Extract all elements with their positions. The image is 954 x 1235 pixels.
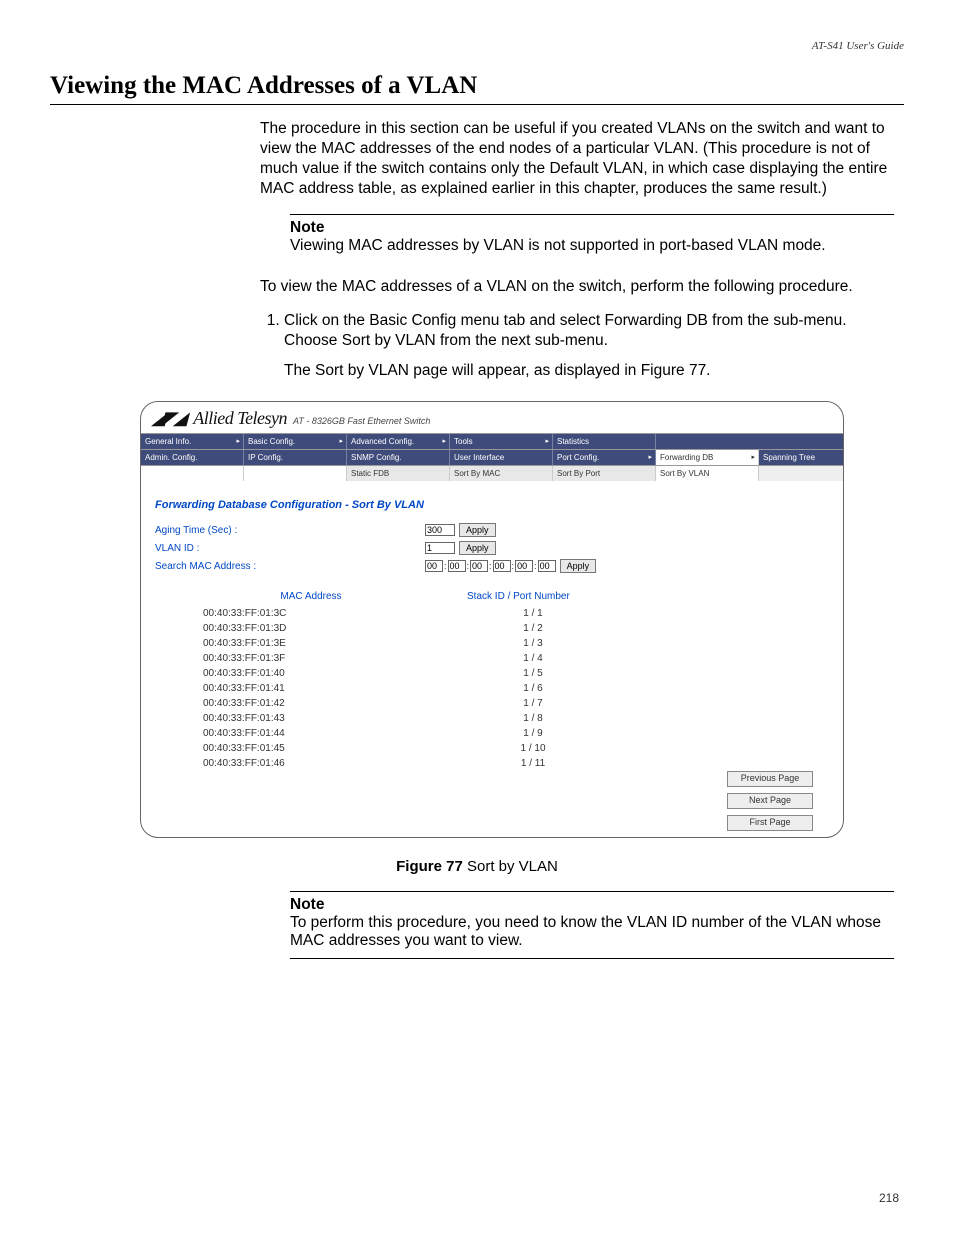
tab-sort-by-mac[interactable]: Sort By MAC (450, 466, 553, 481)
cell-mac: 00:40:33:FF:01:41 (155, 681, 443, 696)
step-1-result: The Sort by VLAN page will appear, as di… (284, 361, 894, 381)
step-1-text: Click on the Basic Config menu tab and s… (284, 312, 847, 349)
menu-row-2: Admin. Config. IP Config. SNMP Config. U… (141, 449, 843, 465)
cell-port: 1 / 1 (443, 606, 623, 621)
cell-port: 1 / 7 (443, 696, 623, 711)
cell-mac: 00:40:33:FF:01:46 (155, 756, 443, 771)
tab-basic-config[interactable]: Basic Config.▸ (244, 434, 347, 449)
panel-title: Forwarding Database Configuration - Sort… (155, 499, 829, 511)
table-row: 00:40:33:FF:01:401 / 5 (155, 666, 829, 681)
tab-tools[interactable]: Tools▸ (450, 434, 553, 449)
figure-title: Sort by VLAN (463, 858, 558, 875)
tab-sort-by-port[interactable]: Sort By Port (553, 466, 656, 481)
col-mac-address: MAC Address (155, 591, 467, 602)
arrow-icon: ▸ (339, 435, 343, 448)
cell-port: 1 / 3 (443, 636, 623, 651)
tab-general-info[interactable]: General Info.▸ (141, 434, 244, 449)
note-label: Note (290, 896, 894, 914)
apply-button-aging[interactable]: Apply (459, 523, 496, 537)
lead-in-paragraph: To view the MAC addresses of a VLAN on t… (260, 277, 894, 297)
aging-time-input[interactable] (425, 524, 455, 536)
table-row: 00:40:33:FF:01:431 / 8 (155, 711, 829, 726)
tab-statistics[interactable]: Statistics (553, 434, 656, 449)
section-title: Viewing the MAC Addresses of a VLAN (50, 72, 904, 105)
note-label: Note (290, 219, 894, 237)
table-row: 00:40:33:FF:01:3F1 / 4 (155, 651, 829, 666)
arrow-icon: ▸ (648, 451, 652, 464)
note-block-1: Note Viewing MAC addresses by VLAN is no… (290, 214, 894, 263)
cell-mac: 00:40:33:FF:01:3F (155, 651, 443, 666)
table-row: 00:40:33:FF:01:451 / 10 (155, 741, 829, 756)
aging-time-label: Aging Time (Sec) : (155, 525, 425, 536)
cell-mac: 00:40:33:FF:01:44 (155, 726, 443, 741)
running-header: AT-S41 User's Guide (50, 40, 904, 52)
arrow-icon: ▸ (545, 435, 549, 448)
table-row: 00:40:33:FF:01:3E1 / 3 (155, 636, 829, 651)
table-row: 00:40:33:FF:01:421 / 7 (155, 696, 829, 711)
note-block-2: Note To perform this procedure, you need… (290, 891, 894, 959)
tab-ip-config[interactable]: IP Config. (244, 450, 347, 465)
vlan-id-label: VLAN ID : (155, 543, 425, 554)
cell-port: 1 / 6 (443, 681, 623, 696)
tab-snmp-config[interactable]: SNMP Config. (347, 450, 450, 465)
tab-advanced-config[interactable]: Advanced Config.▸ (347, 434, 450, 449)
table-row: 00:40:33:FF:01:441 / 9 (155, 726, 829, 741)
step-1: Click on the Basic Config menu tab and s… (284, 311, 894, 381)
cell-port: 1 / 8 (443, 711, 623, 726)
tab-admin-config[interactable]: Admin. Config. (141, 450, 244, 465)
tab-port-config[interactable]: Port Config.▸ (553, 450, 656, 465)
vlan-id-input[interactable] (425, 542, 455, 554)
page-number: 218 (879, 1191, 899, 1205)
previous-page-button[interactable]: Previous Page (727, 771, 813, 787)
model-label: AT - 8326GB Fast Ethernet Switch (293, 416, 430, 426)
first-page-button[interactable]: First Page (727, 815, 813, 831)
cell-port: 1 / 2 (443, 621, 623, 636)
note-text: To perform this procedure, you need to k… (290, 914, 894, 950)
cell-mac: 00:40:33:FF:01:45 (155, 741, 443, 756)
cell-mac: 00:40:33:FF:01:43 (155, 711, 443, 726)
intro-paragraph: The procedure in this section can be use… (260, 119, 894, 200)
cell-mac: 00:40:33:FF:01:3C (155, 606, 443, 621)
cell-mac: 00:40:33:FF:01:3D (155, 621, 443, 636)
cell-port: 1 / 10 (443, 741, 623, 756)
vendor-logo: ◢◤◢ Allied Telesyn (153, 408, 287, 429)
menu-row-3: Static FDB Sort By MAC Sort By Port Sort… (141, 465, 843, 481)
table-row: 00:40:33:FF:01:411 / 6 (155, 681, 829, 696)
note-text: Viewing MAC addresses by VLAN is not sup… (290, 237, 894, 255)
cell-mac: 00:40:33:FF:01:40 (155, 666, 443, 681)
table-row: 00:40:33:FF:01:3C1 / 1 (155, 606, 829, 621)
cell-port: 1 / 9 (443, 726, 623, 741)
table-row: 00:40:33:FF:01:461 / 11 (155, 756, 829, 771)
tab-static-fdb[interactable]: Static FDB (347, 466, 450, 481)
figure-number: Figure 77 (396, 858, 463, 875)
apply-button-vlan[interactable]: Apply (459, 541, 496, 555)
table-row: 00:40:33:FF:01:3D1 / 2 (155, 621, 829, 636)
tab-user-interface[interactable]: User Interface (450, 450, 553, 465)
next-page-button[interactable]: Next Page (727, 793, 813, 809)
arrow-icon: ▸ (442, 435, 446, 448)
tab-forwarding-db[interactable]: Forwarding DB▸ (656, 450, 759, 465)
tab-spanning-tree[interactable]: Spanning Tree▸ (759, 450, 844, 465)
menu-row-1: General Info.▸ Basic Config.▸ Advanced C… (141, 433, 843, 449)
cell-mac: 00:40:33:FF:01:42 (155, 696, 443, 711)
tab-sort-by-vlan[interactable]: Sort By VLAN (656, 466, 759, 481)
cell-port: 1 / 4 (443, 651, 623, 666)
figure-caption: Figure 77 Sort by VLAN (50, 858, 904, 875)
arrow-icon: ▸ (751, 451, 755, 464)
col-stack-port: Stack ID / Port Number (467, 591, 587, 602)
cell-port: 1 / 11 (443, 756, 623, 771)
figure-77-screenshot: ◢◤◢ Allied Telesyn AT - 8326GB Fast Ethe… (140, 401, 844, 838)
cell-mac: 00:40:33:FF:01:3E (155, 636, 443, 651)
cell-port: 1 / 5 (443, 666, 623, 681)
arrow-icon: ▸ (236, 435, 240, 448)
